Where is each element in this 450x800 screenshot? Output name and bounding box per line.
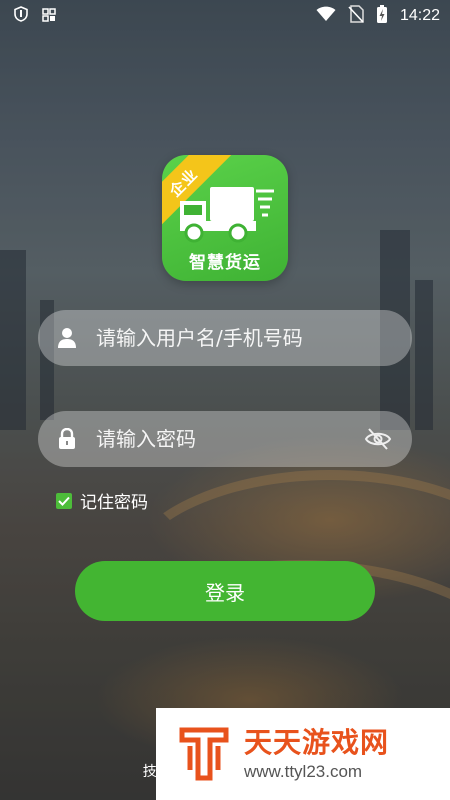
status-bar: 14:22 bbox=[0, 0, 450, 32]
battery-charging-icon bbox=[376, 4, 388, 28]
grid-icon bbox=[42, 7, 56, 26]
watermark-site-name: 天天游戏网 bbox=[244, 726, 390, 759]
status-time: 14:22 bbox=[399, 7, 440, 24]
username-input[interactable] bbox=[96, 326, 346, 350]
remember-password-label: 记住密码 bbox=[80, 493, 148, 513]
password-input[interactable] bbox=[96, 427, 346, 451]
no-sim-icon bbox=[348, 5, 364, 27]
remember-password[interactable]: 记住密码 bbox=[56, 488, 148, 513]
eye-off-icon[interactable] bbox=[364, 426, 392, 452]
shield-icon bbox=[14, 6, 28, 26]
background-overlay bbox=[0, 0, 450, 800]
watermark-url: www.ttyl23.com bbox=[244, 762, 363, 781]
watermark-overlay: 天天游戏网 www.ttyl23.com bbox=[156, 708, 450, 800]
lock-icon bbox=[56, 428, 78, 450]
logo-app-name: 智慧货运 bbox=[189, 253, 261, 273]
wifi-icon bbox=[316, 6, 336, 26]
username-field bbox=[38, 310, 412, 366]
remember-password-checkbox[interactable] bbox=[56, 492, 72, 509]
truck-icon bbox=[180, 187, 274, 243]
password-field bbox=[38, 411, 412, 467]
app-logo: 企业 智慧货运 bbox=[162, 155, 288, 281]
user-icon bbox=[56, 327, 78, 349]
login-button[interactable]: 登录 bbox=[75, 561, 375, 621]
watermark-logo-icon bbox=[179, 727, 229, 781]
